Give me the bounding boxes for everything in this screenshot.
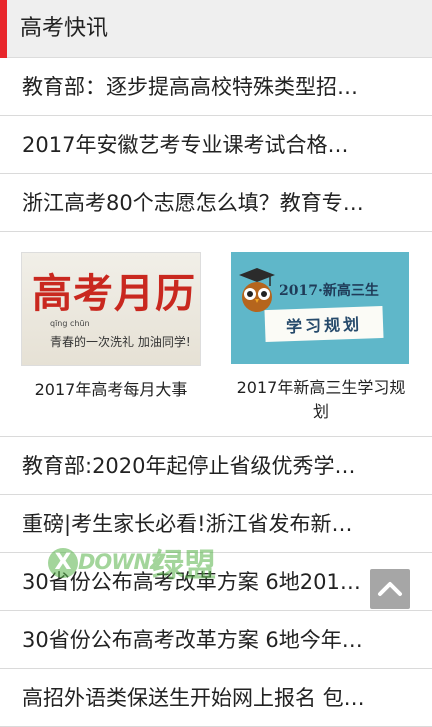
news-item[interactable]: 30省份公布高考改革方案 6地今年… xyxy=(0,611,432,669)
news-item-title: 教育部:2020年起停止省级优秀学… xyxy=(22,454,356,478)
promo-cards: 高考月历 qīng chūn 青春的一次洗礼 加油同学! 2017年高考每月大事… xyxy=(0,232,432,437)
news-item-title: 2017年安徽艺考专业课考试合格… xyxy=(22,133,349,157)
promo-caption[interactable]: 2017年高考每月大事 xyxy=(21,378,201,402)
study-plan-image-banner: 学习规划 xyxy=(264,305,384,343)
news-list-bottom: 教育部:2020年起停止省级优秀学… 重磅|考生家长必看!浙江省发布新… 30省… xyxy=(0,437,432,727)
exam-calendar-image[interactable]: 高考月历 qīng chūn 青春的一次洗礼 加油同学! xyxy=(21,252,201,366)
chevron-up-icon xyxy=(378,582,402,596)
promo-caption[interactable]: 2017年新高三生学习规划 xyxy=(231,376,411,424)
section-header: 高考快讯 xyxy=(0,0,432,58)
news-item[interactable]: 30省份公布高考改革方案 6地201… xyxy=(0,553,432,611)
promo-card-study-plan[interactable]: 2017·新高三生 学习规划 2017年新高三生学习规划 xyxy=(231,252,411,424)
news-item[interactable]: 教育部:2020年起停止省级优秀学… xyxy=(0,437,432,495)
study-plan-image-banner-text: 学习规划 xyxy=(285,314,363,337)
news-item[interactable]: 重磅|考生家长必看!浙江省发布新… xyxy=(0,495,432,553)
news-item[interactable]: 教育部：逐步提高高校特殊类型招… xyxy=(0,58,432,116)
news-item-title: 30省份公布高考改革方案 6地201… xyxy=(22,570,361,594)
news-item-title: 重磅|考生家长必看!浙江省发布新… xyxy=(22,512,353,536)
news-item[interactable]: 2017年安徽艺考专业课考试合格… xyxy=(0,116,432,174)
exam-calendar-image-pinyin: qīng chūn xyxy=(50,319,90,328)
news-item-title: 30省份公布高考改革方案 6地今年… xyxy=(22,628,363,652)
promo-card-exam-calendar[interactable]: 高考月历 qīng chūn 青春的一次洗礼 加油同学! 2017年高考每月大事 xyxy=(21,252,201,402)
news-item-title: 高招外语类保送生开始网上报名 包… xyxy=(22,686,365,710)
exam-calendar-image-slogan: 青春的一次洗礼 加油同学! xyxy=(50,335,191,349)
news-item[interactable]: 浙江高考80个志愿怎么填？教育专… xyxy=(0,174,432,232)
news-list-top: 教育部：逐步提高高校特殊类型招… 2017年安徽艺考专业课考试合格… 浙江高考8… xyxy=(0,58,432,232)
study-plan-image-title: 2017·新高三生 xyxy=(279,283,379,299)
news-item-title: 教育部：逐步提高高校特殊类型招… xyxy=(22,75,358,99)
exam-calendar-image-title: 高考月历 xyxy=(32,270,196,317)
news-item[interactable]: 高招外语类保送生开始网上报名 包… xyxy=(0,669,432,727)
news-item-title: 浙江高考80个志愿怎么填？教育专… xyxy=(22,191,364,215)
owl-icon xyxy=(239,268,275,312)
study-plan-image[interactable]: 2017·新高三生 学习规划 xyxy=(231,252,409,364)
section-title: 高考快讯 xyxy=(20,16,109,41)
back-to-top-button[interactable] xyxy=(370,569,410,609)
section-accent-bar xyxy=(0,0,7,58)
